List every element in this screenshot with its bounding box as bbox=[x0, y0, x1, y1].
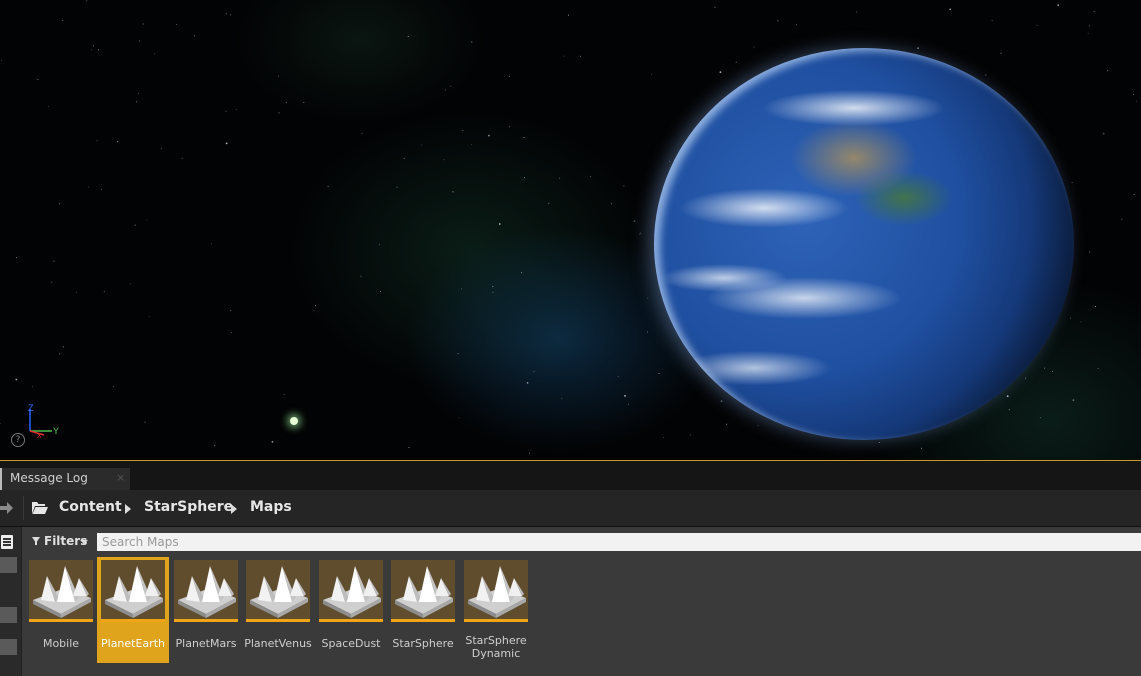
breadcrumb-content[interactable]: Content bbox=[59, 499, 122, 515]
planet-earth bbox=[654, 48, 1074, 440]
asset-label: StarSphere Dynamic bbox=[465, 634, 527, 660]
folder-open-icon[interactable] bbox=[32, 501, 48, 515]
level-map-icon bbox=[464, 560, 528, 622]
breadcrumb-starsphere[interactable]: StarSphere bbox=[144, 499, 233, 515]
breadcrumb-chevron-icon[interactable] bbox=[125, 504, 131, 514]
tab-message-log-label: Message Log bbox=[10, 471, 88, 485]
asset-tile-planetvenus[interactable]: PlanetVenus bbox=[242, 557, 314, 663]
asset-label: StarSphere bbox=[392, 637, 454, 650]
content-browser-panel: Filters Mobile PlanetEarth PlanetMars Pl… bbox=[0, 527, 1141, 676]
asset-tile-planetearth[interactable]: PlanetEarth bbox=[97, 557, 169, 663]
sources-collapsed-strip bbox=[0, 527, 22, 676]
asset-tile-mobile[interactable]: Mobile bbox=[25, 557, 97, 663]
sources-strip-block[interactable] bbox=[0, 607, 17, 623]
asset-tile-starsphere-dynamic[interactable]: StarSphere Dynamic bbox=[460, 557, 532, 663]
level-map-icon bbox=[101, 560, 165, 622]
level-map-icon bbox=[29, 560, 93, 622]
forward-arrow-icon[interactable] bbox=[0, 499, 16, 517]
axis-z-label: Z bbox=[28, 403, 34, 413]
breadcrumb-chevron-icon[interactable] bbox=[231, 504, 237, 514]
level-viewport[interactable]: Z Y X ? bbox=[0, 0, 1141, 460]
sources-strip-block[interactable] bbox=[0, 557, 17, 573]
asset-label: PlanetVenus bbox=[244, 637, 312, 650]
asset-tile-starsphere[interactable]: StarSphere bbox=[387, 557, 459, 663]
axis-y-label: Y bbox=[53, 426, 59, 436]
path-bar: Content StarSphere Maps bbox=[0, 490, 1141, 527]
level-map-icon bbox=[391, 560, 455, 622]
asset-tile-spacedust[interactable]: SpaceDust bbox=[315, 557, 387, 663]
filters-button[interactable]: Filters bbox=[28, 533, 92, 551]
distant-star-glow bbox=[290, 417, 298, 425]
asset-label: Mobile bbox=[42, 637, 80, 650]
help-icon[interactable]: ? bbox=[11, 433, 25, 447]
chevron-down-icon bbox=[80, 540, 88, 544]
path-separator bbox=[23, 496, 24, 520]
asset-label: PlanetEarth bbox=[101, 637, 165, 650]
asset-label: SpaceDust bbox=[321, 637, 381, 650]
panel-tab-bar: Message Log × bbox=[0, 461, 1141, 490]
level-map-icon bbox=[319, 560, 383, 622]
axis-x-label: X bbox=[37, 433, 42, 440]
breadcrumb-maps[interactable]: Maps bbox=[250, 499, 292, 515]
asset-label: PlanetMars bbox=[175, 637, 237, 650]
sources-toggle-button[interactable] bbox=[1, 535, 13, 549]
tab-close-icon[interactable]: × bbox=[116, 471, 125, 484]
sources-strip-block[interactable] bbox=[0, 639, 17, 655]
tab-message-log[interactable]: Message Log × bbox=[0, 468, 130, 490]
search-maps-input[interactable] bbox=[97, 533, 1141, 551]
asset-tile-planetmars[interactable]: PlanetMars bbox=[170, 557, 242, 663]
level-map-icon bbox=[174, 560, 238, 622]
level-map-icon bbox=[246, 560, 310, 622]
